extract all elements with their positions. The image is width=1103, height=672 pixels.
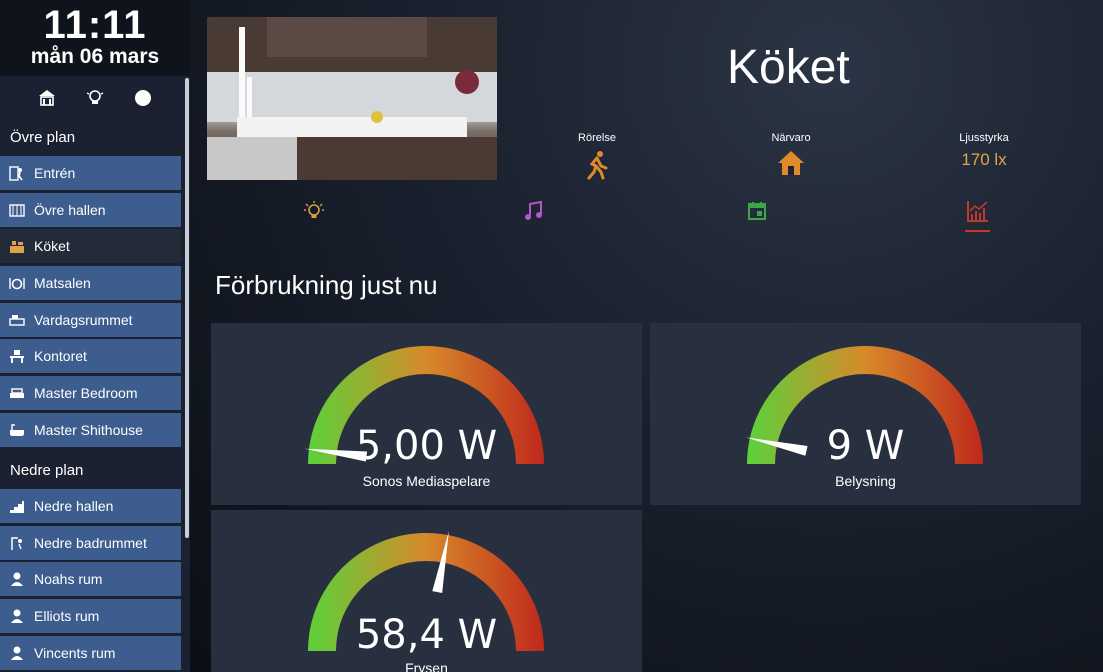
sensor-brightness-label: Ljusstyrka <box>959 132 1009 144</box>
entrance-icon <box>8 164 26 182</box>
person-icon <box>8 570 26 588</box>
sidebar-item-vincents-rum[interactable]: Vincents rum <box>0 635 181 670</box>
clock: 11:11 mån 06 mars <box>0 0 190 76</box>
clock-time: 11:11 <box>43 3 147 47</box>
sidebar-item-label: Elliots rum <box>34 607 100 624</box>
sidebar: 11:11 mån 06 mars Övre plan Entrén Övre h… <box>0 0 190 672</box>
compass-icon[interactable] <box>133 88 153 108</box>
person-icon <box>8 607 26 625</box>
sidebar-item-matsalen[interactable]: Matsalen <box>0 266 181 301</box>
running-person-icon <box>585 151 609 184</box>
stairs-icon <box>8 497 26 515</box>
sensor-presence[interactable]: Närvaro <box>731 132 851 181</box>
lightbulb-icon[interactable] <box>85 88 105 108</box>
sidebar-scrollbar[interactable] <box>185 78 189 538</box>
sidebar-item-vardagsrummet[interactable]: Vardagsrummet <box>0 302 181 337</box>
sidebar-item-kontoret[interactable]: Kontoret <box>0 339 181 374</box>
sidebar-item-label: Entrén <box>34 165 76 181</box>
sidebar-item-master-shithouse[interactable]: Master Shithouse <box>0 412 181 447</box>
gauge-value: 9 W <box>826 423 905 469</box>
sensor-presence-label: Närvaro <box>771 132 811 144</box>
sofa-icon <box>8 311 26 329</box>
house-icon[interactable] <box>37 88 57 108</box>
sidebar-item-label: Vincents rum <box>34 644 116 661</box>
sidebar-item-label: Nedre hallen <box>34 497 114 514</box>
section-upper-floor: Övre plan <box>10 129 76 146</box>
home-icon <box>777 151 805 180</box>
sidebar-item-label: Noahs rum <box>34 571 103 588</box>
gauge-value: 5,00 W <box>355 423 498 469</box>
kitchen-icon <box>8 237 26 255</box>
sidebar-item-label: Nedre badrummet <box>34 534 147 551</box>
dining-icon <box>8 274 26 292</box>
lightbulb-icon[interactable] <box>301 198 327 224</box>
sidebar-item-label: Master Bedroom <box>34 385 138 402</box>
clock-date: mån 06 mars <box>30 45 160 68</box>
consumption-heading: Förbrukning just nu <box>215 270 438 300</box>
gauge-name: Sonos Mediaspelare <box>362 473 491 489</box>
section-lower-floor: Nedre plan <box>10 461 84 479</box>
calendar-icon[interactable] <box>744 198 770 224</box>
shower-icon <box>8 534 26 552</box>
active-tab-indicator <box>965 230 990 232</box>
gauge-name: Frysen <box>405 660 448 672</box>
lower-floor-list: Nedre hallen Nedre badrummet Noahs rum Elli… <box>0 488 190 670</box>
sidebar-item-label: Matsalen <box>34 275 91 292</box>
gauge-card-sonos[interactable]: 5,00 W Sonos Mediaspelare <box>211 323 642 505</box>
quick-icons <box>0 78 190 118</box>
sidebar-item-label: Övre hallen <box>34 201 106 218</box>
sidebar-item-elliots-rum[interactable]: Elliots rum <box>0 598 181 633</box>
sidebar-item-label: Köket <box>34 238 70 255</box>
sensor-brightness[interactable]: Ljusstyrka 170 lx <box>924 132 1044 170</box>
gauge-name: Belysning <box>835 473 896 489</box>
sidebar-item--vre-hallen[interactable]: Övre hallen <box>0 192 181 227</box>
sidebar-item-nedre-badrummet[interactable]: Nedre badrummet <box>0 525 181 560</box>
main-panel: Köket Rörelse Närvaro Ljusstyrka 170 lx … <box>190 0 1103 672</box>
sensor-brightness-value: 170 lx <box>961 150 1007 169</box>
sidebar-item-nedre-hallen[interactable]: Nedre hallen <box>0 488 181 523</box>
office-icon <box>8 347 26 365</box>
bed-icon <box>8 384 26 402</box>
gauge-value: 58,4 W <box>355 612 498 658</box>
gauge-card-lighting[interactable]: 9 W Belysning <box>650 323 1081 505</box>
room-photo <box>207 17 497 180</box>
chart-icon[interactable] <box>965 198 991 224</box>
room-title: Köket <box>727 41 850 94</box>
hallway-icon <box>8 201 26 219</box>
sidebar-item-k-ket[interactable]: Köket <box>0 229 181 264</box>
upper-floor-list: Entrén Övre hallen Köket Matsalen Vardagsrum… <box>0 156 190 447</box>
sidebar-item-label: Kontoret <box>34 348 87 365</box>
person-icon <box>8 644 26 662</box>
bathtub-icon <box>8 421 26 439</box>
sensor-motion[interactable]: Rörelse <box>537 132 657 185</box>
sidebar-item-master-bedroom[interactable]: Master Bedroom <box>0 376 181 411</box>
music-note-icon[interactable] <box>521 198 547 224</box>
sidebar-item-label: Master Shithouse <box>34 421 143 438</box>
gauge-card-freezer[interactable]: 58,4 W Frysen <box>211 510 642 672</box>
sidebar-item-label: Vardagsrummet <box>34 311 133 328</box>
sensor-motion-label: Rörelse <box>578 132 616 144</box>
sidebar-item-noahs-rum[interactable]: Noahs rum <box>0 562 181 597</box>
sidebar-item-entr-n[interactable]: Entrén <box>0 156 181 190</box>
